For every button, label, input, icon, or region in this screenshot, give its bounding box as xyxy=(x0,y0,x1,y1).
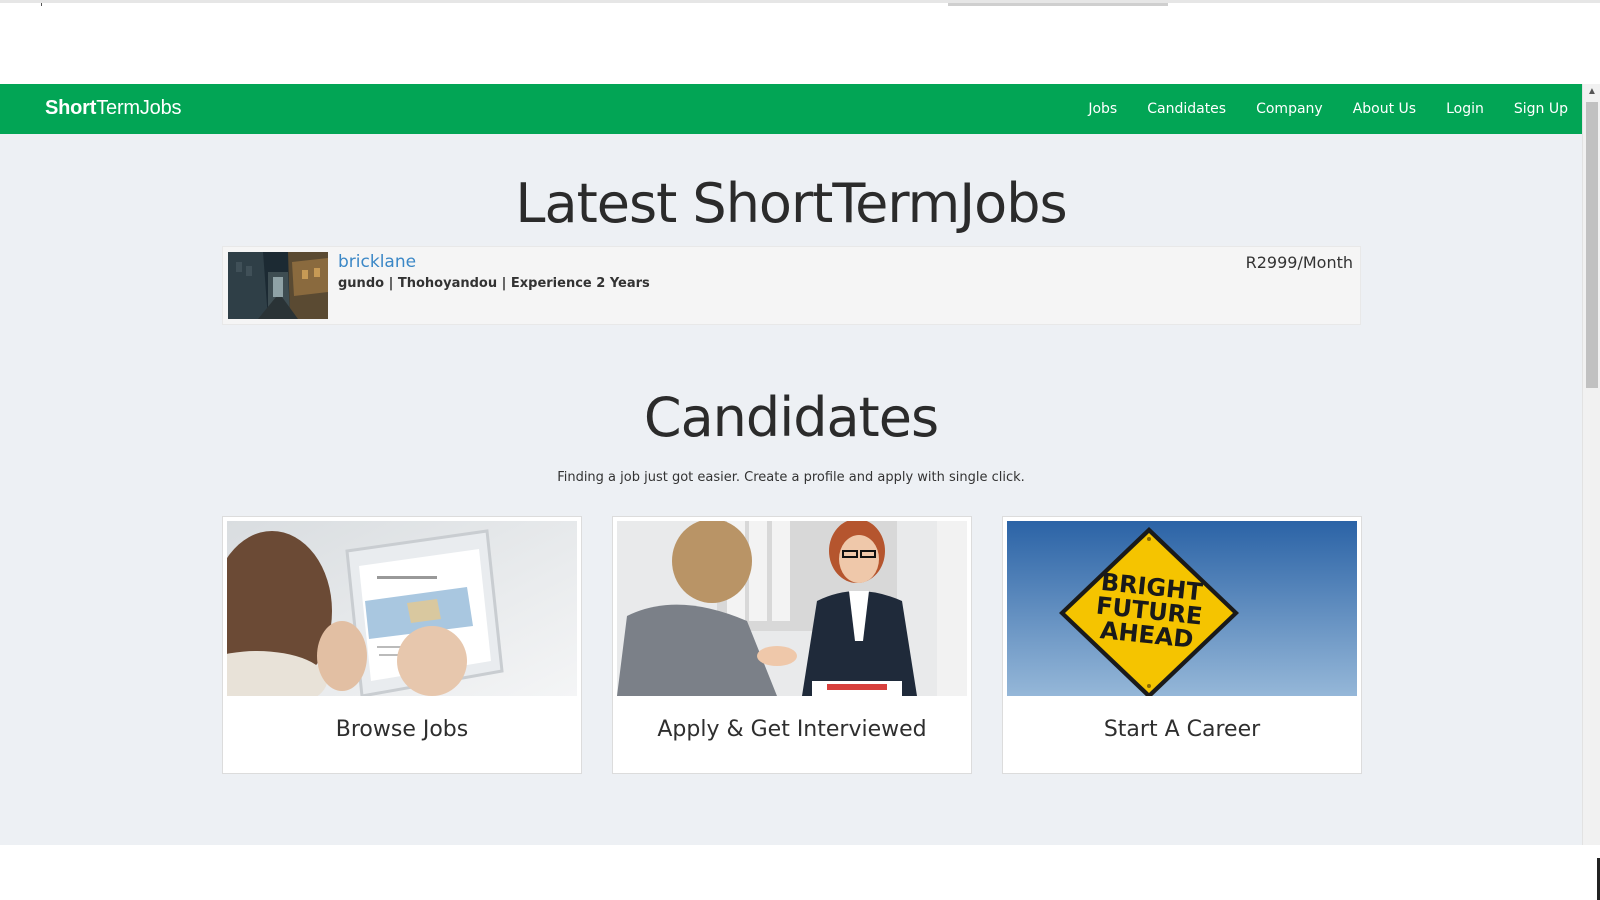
nav-company[interactable]: Company xyxy=(1256,101,1323,117)
scroll-thumb[interactable] xyxy=(1586,102,1598,388)
browser-top-strip xyxy=(0,0,1600,84)
candidate-cards: Browse Jobs Apply & Get Interviewed BRIG… xyxy=(222,516,1362,776)
vertical-scrollbar[interactable]: ▲ xyxy=(1582,84,1600,845)
bottom-strip xyxy=(0,845,1600,900)
job-title-link[interactable]: bricklane xyxy=(338,252,416,272)
tablet-map-photo-icon xyxy=(227,521,577,696)
browse-jobs-card[interactable]: Browse Jobs xyxy=(222,516,582,774)
candidates-subtitle: Finding a job just got easier. Create a … xyxy=(557,470,1025,485)
nav-login[interactable]: Login xyxy=(1446,101,1484,117)
scroll-up-arrow-icon[interactable]: ▲ xyxy=(1583,84,1600,100)
interview-handshake-photo-icon xyxy=(617,521,967,696)
candidates-heading: Candidates xyxy=(643,386,939,449)
apply-interview-card[interactable]: Apply & Get Interviewed xyxy=(612,516,972,774)
job-thumbnail xyxy=(228,252,328,319)
nav-candidates[interactable]: Candidates xyxy=(1147,101,1226,117)
navbar: ShortTermJobs Jobs Candidates Company Ab… xyxy=(0,84,1582,134)
job-salary: R2999/Month xyxy=(1245,253,1353,272)
nav-jobs[interactable]: Jobs xyxy=(1088,101,1117,117)
top-tick xyxy=(41,3,42,6)
nav-sign-up[interactable]: Sign Up xyxy=(1514,101,1568,117)
top-segment xyxy=(948,3,1168,6)
brand-logo[interactable]: ShortTermJobs xyxy=(45,97,182,120)
nav-links: Jobs Candidates Company About Us Login S… xyxy=(1058,84,1568,134)
start-career-label: Start A Career xyxy=(1103,717,1261,742)
job-meta: gundo | Thohoyandou | Experience 2 Years xyxy=(338,276,650,291)
job-listing-card[interactable]: bricklane gundo | Thohoyandou | Experien… xyxy=(222,246,1361,325)
nav-about-us[interactable]: About Us xyxy=(1353,101,1416,117)
browse-jobs-label: Browse Jobs xyxy=(335,717,469,742)
page-content: ShortTermJobs Jobs Candidates Company Ab… xyxy=(0,84,1582,845)
apply-interview-label: Apply & Get Interviewed xyxy=(657,717,927,742)
latest-jobs-heading: Latest ShortTermJobs xyxy=(515,172,1067,235)
road-sign-photo-icon: BRIGHT FUTURE AHEAD xyxy=(1007,521,1357,696)
start-career-card[interactable]: BRIGHT FUTURE AHEAD Start A Career xyxy=(1002,516,1362,774)
